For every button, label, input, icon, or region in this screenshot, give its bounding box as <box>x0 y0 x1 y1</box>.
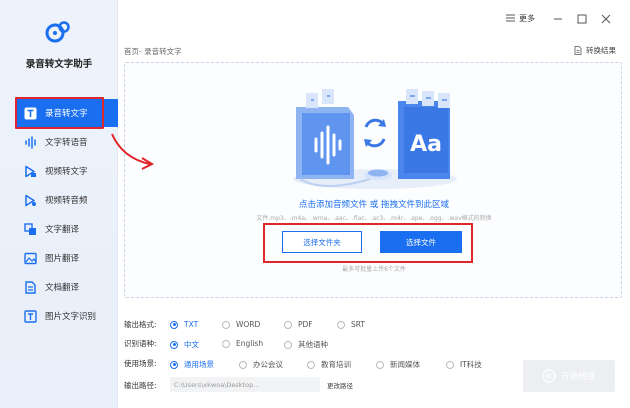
scenario-row: 使用场景: <box>124 357 170 369</box>
svg-text:Aa: Aa <box>410 132 442 157</box>
max-files-note: 最多可批量上传6个文件 <box>342 266 406 273</box>
scenario-label: 使用场景: <box>124 358 157 368</box>
more-label: 更多 <box>519 14 535 23</box>
convert-result-button[interactable]: 转换结果 <box>574 45 616 56</box>
supported-formats: 文件.mp3、.m4a、.wma、.aac、.flac、.ac3、.m4r、.a… <box>256 215 492 222</box>
select-folder-button[interactable]: 选择文件夹 <box>282 231 362 253</box>
start-convert-button[interactable]: 开始转换 <box>523 360 615 392</box>
language-option-other[interactable]: 其他语种 <box>284 339 328 350</box>
sidebar-item-label: 图片翻译 <box>45 254 80 264</box>
output-path-row: 输出路径: <box>124 379 170 391</box>
radio-icon <box>239 360 247 369</box>
app-title: 录音转文字助手 <box>25 59 93 70</box>
sidebar: 录音转文字助手 录音转文字 文字转语音 视频转文字 视频转音频 文字翻译 图片翻… <box>0 0 118 408</box>
ocr-icon <box>24 309 37 323</box>
radio-icon <box>307 360 315 369</box>
language-label: 识别语种: <box>124 338 157 348</box>
radio-icon <box>284 340 292 349</box>
start-convert-label: 开始转换 <box>561 372 596 382</box>
radio-icon <box>446 360 454 369</box>
radio-icon <box>222 339 230 348</box>
sidebar-item-label: 图片文字识别 <box>45 312 97 322</box>
close-button[interactable] <box>598 11 614 27</box>
convert-result-label: 转换结果 <box>586 46 616 55</box>
format-option-word[interactable]: WORD <box>222 320 260 329</box>
output-format-label: 输出格式: <box>124 319 157 329</box>
sidebar-item-text-translate[interactable]: 文字翻译 <box>16 215 118 243</box>
scenario-option-it[interactable]: IT科技 <box>446 359 482 370</box>
minimize-icon <box>554 18 562 20</box>
minimize-button[interactable] <box>550 11 566 27</box>
translate-icon <box>24 222 37 236</box>
sidebar-item-document-translate[interactable]: 文档翻译 <box>16 273 118 301</box>
sidebar-item-text-to-speech[interactable]: 文字转语音 <box>16 128 118 156</box>
document-translate-icon <box>24 280 37 294</box>
radio-icon <box>376 360 384 369</box>
video-audio-icon <box>24 194 37 207</box>
sidebar-item-label: 文档翻译 <box>45 283 80 293</box>
output-format-row: 输出格式: <box>124 318 170 330</box>
sidebar-item-video-to-text[interactable]: 视频转文字 <box>16 157 118 185</box>
sidebar-item-label: 视频转文字 <box>45 167 88 177</box>
sidebar-item-label: 文字翻译 <box>45 225 80 235</box>
radio-icon <box>170 340 178 349</box>
format-option-txt[interactable]: TXT <box>170 320 198 329</box>
sidebar-item-video-to-audio[interactable]: 视频转音频 <box>16 186 118 214</box>
drop-instruction: 点击添加音频文件 或 拖拽文件到此区域 <box>299 200 449 210</box>
select-file-button[interactable]: 选择文件 <box>380 231 462 253</box>
output-path-label: 输出路径: <box>124 380 157 390</box>
audio-to-text-illustration: Aa <box>293 89 457 189</box>
radio-icon <box>170 320 178 329</box>
format-option-srt[interactable]: SRT <box>337 320 365 329</box>
radio-icon <box>170 360 178 369</box>
app-logo-icon <box>45 21 70 43</box>
change-path-link[interactable]: 更改路径 <box>327 380 353 390</box>
radio-icon <box>222 320 230 329</box>
language-option-chinese[interactable]: 中文 <box>170 339 199 350</box>
sidebar-item-label: 文字转语音 <box>45 138 88 148</box>
pointer-arrow <box>111 133 155 170</box>
scenario-option-media[interactable]: 新闻媒体 <box>376 359 420 370</box>
language-row: 识别语种: <box>124 337 170 349</box>
scenario-option-general[interactable]: 通用场景 <box>170 359 214 370</box>
sound-wave-icon <box>24 135 37 149</box>
video-text-icon <box>24 165 37 178</box>
output-path-field[interactable] <box>170 377 320 392</box>
sidebar-item-ocr[interactable]: 图片文字识别 <box>16 302 118 330</box>
titlebar: 更多 <box>118 0 630 38</box>
scenario-option-education[interactable]: 教育培训 <box>307 359 351 370</box>
radio-icon <box>284 320 292 329</box>
image-translate-icon <box>24 252 37 265</box>
scenario-option-meeting[interactable]: 办公会议 <box>239 359 283 370</box>
highlight-box <box>15 97 104 129</box>
format-option-pdf[interactable]: PDF <box>284 320 313 329</box>
close-icon <box>601 14 611 24</box>
breadcrumb: 首页- 录音转文字 <box>124 47 182 56</box>
convert-icon <box>542 369 557 383</box>
maximize-icon <box>577 14 587 24</box>
more-button[interactable]: 更多 <box>506 13 535 24</box>
sidebar-item-label: 视频转音频 <box>45 196 88 206</box>
menu-icon <box>506 14 515 24</box>
file-icon <box>574 46 582 55</box>
radio-icon <box>337 320 345 329</box>
maximize-button[interactable] <box>574 11 590 27</box>
language-option-english[interactable]: English <box>222 339 263 348</box>
